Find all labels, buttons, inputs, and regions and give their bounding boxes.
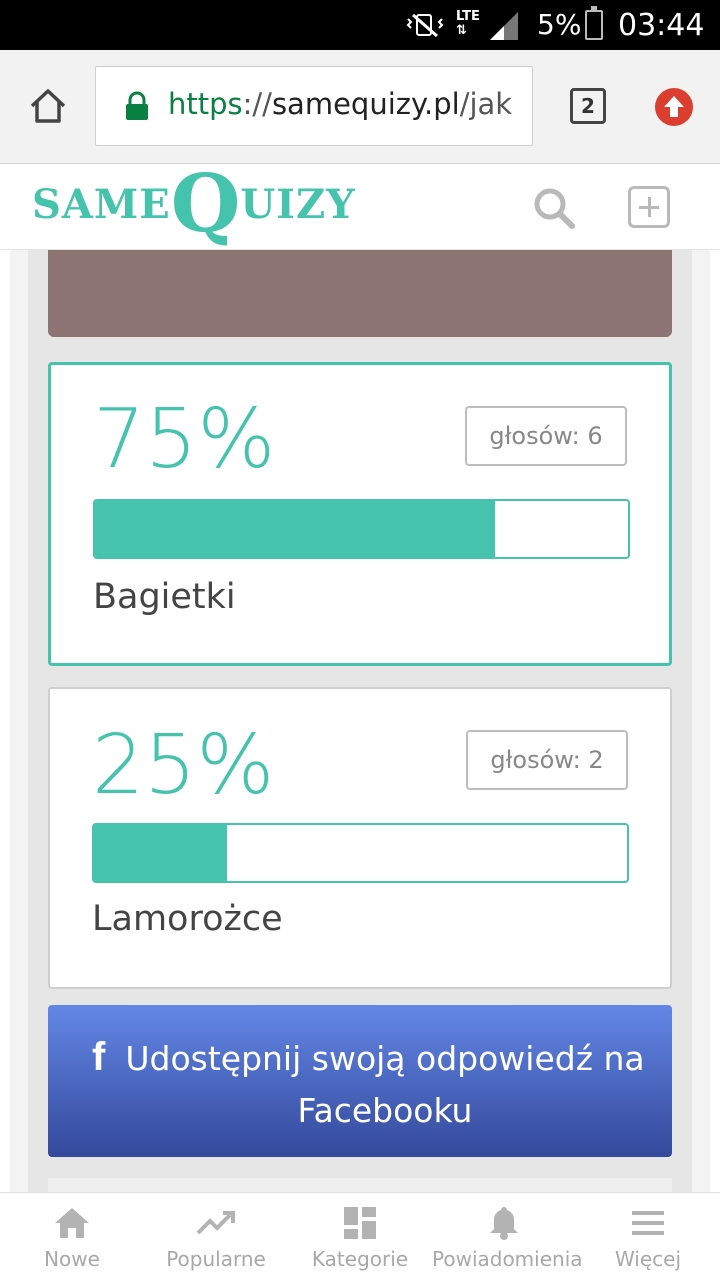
answer-card: 75% głosów: 6 Bagietki xyxy=(48,362,672,666)
nav-item-nowe[interactable]: Nowe xyxy=(0,1193,144,1280)
page-gutter-right xyxy=(710,250,720,1192)
url-text: https://samequizy.pl/jak xyxy=(168,87,513,121)
result-bar xyxy=(93,499,630,559)
nav-item-popularne[interactable]: Popularne xyxy=(144,1193,288,1280)
answer-label: Bagietki xyxy=(93,577,236,617)
result-bar-fill xyxy=(95,501,495,557)
tab-switcher-button[interactable]: 2 xyxy=(570,88,606,124)
trending-icon xyxy=(196,1211,235,1235)
address-bar[interactable]: https://samequizy.pl/jak xyxy=(95,66,533,146)
add-quiz-button[interactable] xyxy=(628,186,670,228)
site-header: SAMEQUIZY xyxy=(0,163,720,250)
battery-percent: 5% xyxy=(537,8,582,41)
result-bar-fill xyxy=(94,825,228,881)
samequizy-logo[interactable]: SAMEQUIZY xyxy=(32,163,356,248)
votes-badge: głosów: 2 xyxy=(466,730,628,790)
battery-icon xyxy=(585,6,603,40)
nav-label: Popularne xyxy=(166,1247,266,1271)
result-bar xyxy=(92,823,629,883)
facebook-share-button[interactable]: f Udostępnij swoją odpowiedź na Facebook… xyxy=(48,1005,672,1157)
nav-label: Więcej xyxy=(614,1247,682,1271)
quiz-image xyxy=(48,250,672,337)
signal-icon xyxy=(490,12,518,40)
home-icon xyxy=(55,1208,89,1238)
facebook-share-label: Udostępnij swoją odpowiedź na Facebooku xyxy=(125,1039,645,1130)
nav-label: Kategorie xyxy=(311,1247,409,1271)
bottom-navigation: Nowe Popularne Kategorie Powiadomienia W… xyxy=(0,1192,720,1280)
clock: 03:44 xyxy=(618,8,705,43)
answer-percent: 25% xyxy=(92,718,275,813)
facebook-icon: f xyxy=(92,1035,106,1079)
vibrate-mute-icon xyxy=(406,13,444,38)
page-gutter-left xyxy=(0,250,10,1192)
menu-icon xyxy=(632,1211,664,1235)
nav-label: Nowe xyxy=(44,1247,100,1271)
nav-item-wiecej[interactable]: Więcej xyxy=(576,1193,720,1280)
dashboard-icon xyxy=(344,1207,376,1239)
votes-badge: głosów: 6 xyxy=(465,406,627,466)
nav-item-powiadomienia[interactable]: Powiadomienia xyxy=(432,1193,583,1280)
lte-icon: LTE ⇅ xyxy=(456,9,480,38)
status-bar: LTE ⇅ 5% 03:44 xyxy=(0,0,720,50)
nav-label: Powiadomienia xyxy=(432,1247,583,1271)
search-icon[interactable] xyxy=(532,186,576,230)
browser-toolbar: https://samequizy.pl/jak 2 xyxy=(0,50,720,164)
update-icon[interactable] xyxy=(655,88,693,126)
bell-icon xyxy=(490,1207,518,1240)
answer-percent: 75% xyxy=(93,392,276,487)
lock-icon xyxy=(126,91,148,120)
answer-label: Lamorożce xyxy=(92,899,283,939)
home-icon[interactable] xyxy=(28,86,68,126)
next-section-edge xyxy=(48,1178,672,1192)
nav-item-kategorie[interactable]: Kategorie xyxy=(288,1193,432,1280)
answer-card: 25% głosów: 2 Lamorożce xyxy=(48,687,672,989)
